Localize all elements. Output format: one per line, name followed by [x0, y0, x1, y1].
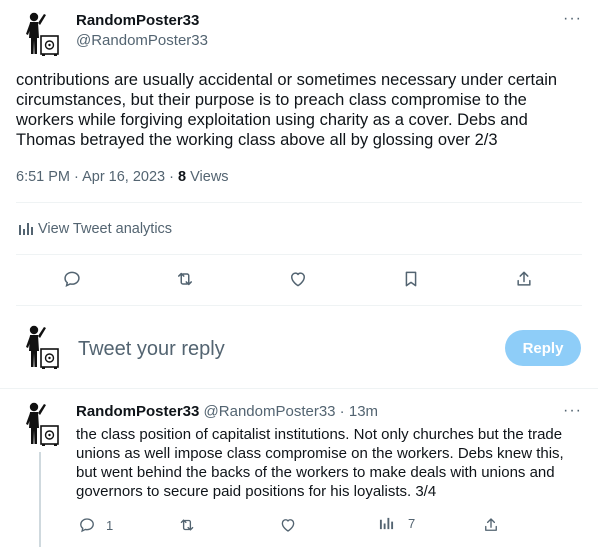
like-button[interactable] [288, 269, 308, 289]
retweet-icon [178, 272, 192, 286]
reply-like-button[interactable] [279, 516, 297, 534]
reply-timestamp[interactable]: 13m [349, 403, 378, 420]
analytics-icon [19, 223, 33, 235]
analytics-icon [379, 517, 394, 530]
retweet-icon [180, 519, 194, 531]
views-count: 8 [178, 169, 187, 185]
views-label: Views [186, 169, 229, 185]
reply-share-button[interactable] [482, 516, 500, 534]
reply-author-name[interactable]: RandomPoster33 [76, 403, 199, 420]
reply-submit-button[interactable]: Reply [505, 330, 581, 366]
reply-count: 1 [106, 517, 114, 533]
reply-more-options-button[interactable]: ··· [563, 402, 582, 420]
more-options-button[interactable]: ··· [563, 10, 582, 28]
reply-icon [80, 518, 94, 533]
avatar-image [25, 324, 59, 370]
divider [16, 254, 582, 255]
divider [0, 388, 598, 389]
reply-views-count: 7 [408, 516, 416, 531]
like-icon [291, 272, 305, 287]
reply-text: the class position of capitalist institu… [76, 426, 564, 500]
avatar-image [25, 401, 59, 447]
reply-input[interactable]: Tweet your reply [78, 338, 225, 361]
reply-author-avatar[interactable] [20, 400, 60, 448]
tweet-timestamp[interactable]: 6:51 PM · Apr 16, 2023 · [16, 169, 178, 185]
author-name[interactable]: RandomPoster33 [76, 12, 199, 29]
share-button[interactable] [514, 269, 534, 289]
author-avatar[interactable] [20, 10, 60, 58]
separator-dot: · [335, 403, 349, 420]
bookmark-button[interactable] [401, 269, 421, 289]
divider [16, 305, 582, 306]
author-handle[interactable]: @RandomPoster33 [76, 32, 208, 49]
reply-author-handle[interactable]: @RandomPoster33 [204, 403, 336, 420]
avatar-image [25, 12, 59, 57]
reply-button[interactable] [62, 269, 82, 289]
reply-header: RandomPoster33 @RandomPoster33 · 13m [76, 403, 378, 420]
bookmark-icon [405, 271, 417, 287]
retweet-button[interactable] [175, 269, 195, 289]
thread-line [39, 452, 41, 547]
composer-avatar[interactable] [20, 323, 60, 371]
tweet-text: contributions are usually accidental or … [16, 71, 558, 149]
reply-views-button[interactable]: 7 [379, 516, 415, 531]
reply-reply-button[interactable]: 1 [78, 516, 113, 534]
share-icon [485, 518, 497, 531]
analytics-label: View Tweet analytics [38, 221, 173, 237]
divider [16, 202, 582, 203]
reply-icon [64, 271, 80, 288]
view-analytics-link[interactable]: View Tweet analytics [18, 221, 172, 237]
like-icon [281, 519, 295, 532]
share-icon [517, 271, 531, 286]
tweet-meta: 6:51 PM · Apr 16, 2023 · 8 Views [16, 169, 229, 185]
reply-retweet-button[interactable] [178, 516, 196, 534]
